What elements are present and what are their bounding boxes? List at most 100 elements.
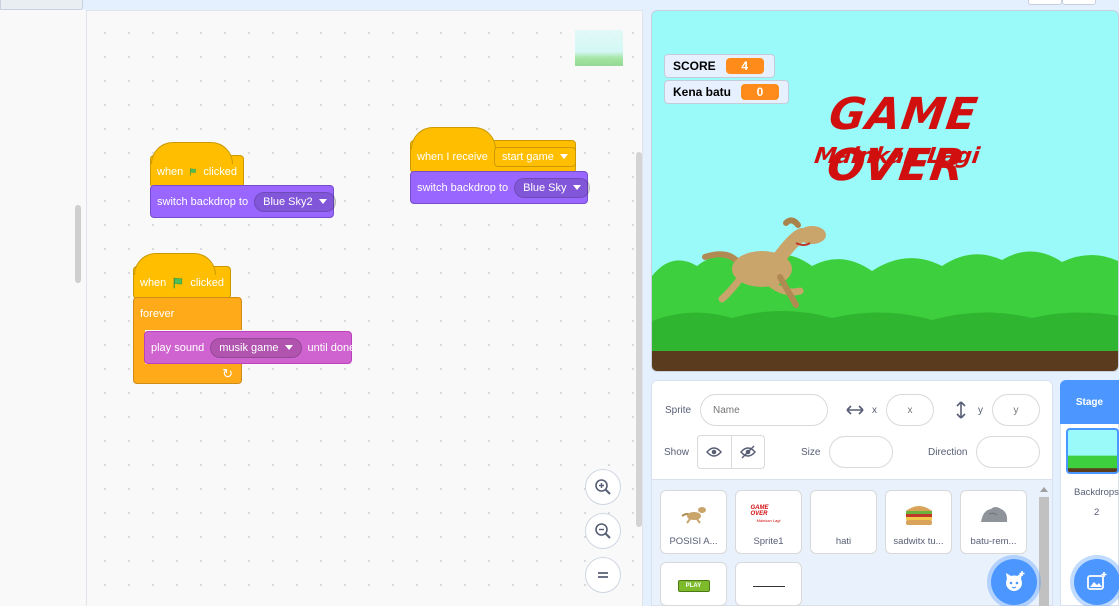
play-sound-until-done-block[interactable]: play sound musik game until done (144, 331, 355, 364)
when-flag-clicked-block[interactable]: when clicked (150, 142, 244, 188)
x-label: x (872, 405, 877, 416)
chevron-down-icon (572, 185, 581, 190)
chevron-down-icon (284, 345, 293, 350)
ground-strip (652, 351, 1118, 371)
play-button-icon: PLAY (676, 571, 712, 601)
message-dropdown[interactable]: start game (493, 146, 576, 167)
play-again-button[interactable]: Mainkan Lagi (810, 144, 984, 169)
sprite-tile[interactable]: hati (810, 490, 877, 554)
top-tab[interactable] (0, 0, 83, 10)
horizontal-arrows-icon (846, 405, 864, 415)
sprite-preview-text: Mainkan Lagi (756, 518, 781, 523)
top-strip (0, 0, 1119, 10)
sprite-name-input[interactable] (700, 394, 828, 426)
sprite-name: batu-rem... (970, 536, 1017, 547)
visibility-toggle (697, 435, 765, 469)
y-label: y (978, 405, 983, 416)
block-text: switch backdrop to (417, 181, 509, 194)
hat-cap (134, 253, 216, 275)
block-text: forever (140, 308, 175, 320)
game-over-title: GAME OVER (823, 89, 982, 191)
stage-canvas[interactable]: SCORE 4 Kena batu 0 GAME OVER Mainkan La… (651, 10, 1119, 372)
switch-backdrop-block[interactable]: switch backdrop to Blue Sky2 (150, 185, 336, 218)
scroll-thumb[interactable] (1039, 497, 1049, 606)
block-text: until done (307, 341, 356, 354)
play-preview: PLAY (677, 580, 710, 592)
top-button-right[interactable] (1062, 0, 1096, 5)
backdrops-label: Backdrops (1074, 487, 1119, 498)
when-flag-clicked-block[interactable]: when clicked (133, 253, 231, 299)
forever-block[interactable]: forever (133, 297, 242, 330)
kena-batu-monitor[interactable]: Kena batu 0 (664, 80, 789, 104)
dog-icon (676, 499, 712, 529)
sprite-name: sadwitx tu... (893, 536, 944, 547)
direction-label: Direction (928, 447, 968, 458)
zoom-in-button[interactable] (585, 469, 621, 505)
scroll-up-icon[interactable] (1040, 487, 1048, 492)
sprite-name: POSISI A... (669, 536, 718, 547)
block-text: play sound (151, 341, 205, 354)
x-input[interactable] (886, 394, 934, 426)
sprite-tile[interactable]: PLAY (660, 562, 727, 606)
forever-block-bottom[interactable]: ↻ (133, 364, 242, 384)
sound-dropdown[interactable]: musik game (210, 337, 302, 358)
direction-input[interactable] (976, 436, 1040, 468)
size-input[interactable] (829, 436, 893, 468)
dropdown-value: start game (501, 150, 554, 163)
vertical-arrows-icon (956, 401, 966, 419)
zoom-out-icon (595, 523, 611, 539)
sprite-list-scrollbar[interactable] (1038, 485, 1050, 606)
hat-cap (411, 127, 496, 149)
block-text: when (157, 165, 184, 178)
score-monitor[interactable]: SCORE 4 (664, 54, 775, 78)
when-i-receive-block[interactable]: when I receive start game (410, 127, 576, 173)
dropdown-value: Blue Sky2 (263, 195, 313, 208)
switch-backdrop-block[interactable]: switch backdrop to Blue Sky (410, 171, 590, 204)
sprite-tile[interactable]: POSISI A... (660, 490, 727, 554)
sprite-name: Sprite1 (753, 536, 784, 547)
y-input[interactable] (992, 394, 1040, 426)
backdrop-dropdown[interactable]: Blue Sky (514, 177, 590, 198)
zoom-reset-button[interactable] (585, 557, 621, 593)
blank-icon (826, 499, 862, 529)
block-palette (0, 10, 87, 606)
block-text: when (140, 276, 167, 289)
line-icon (751, 571, 787, 601)
sprite-tile[interactable] (735, 562, 802, 606)
code-area-scrollbar[interactable] (636, 152, 642, 527)
backdrop-dropdown[interactable]: Blue Sky2 (254, 191, 336, 212)
sprite-tile[interactable]: sadwitx tu... (885, 490, 952, 554)
loop-arrow-icon: ↻ (222, 366, 233, 381)
backdrops-count: 2 (1094, 507, 1100, 518)
block-text: when I receive (417, 150, 488, 163)
rock-icon (976, 499, 1012, 529)
cat-add-icon (1006, 571, 1025, 591)
top-button-left[interactable] (1028, 0, 1062, 5)
sprite-preview-text: GAME OVER (750, 505, 769, 517)
dog-sprite[interactable] (700, 217, 830, 309)
monitor-label: SCORE (673, 59, 716, 73)
scratch-editor: when clicked switch backdrop to Blue Sky… (0, 0, 1119, 606)
hat-cap (151, 142, 233, 164)
choose-sprite-button[interactable] (991, 559, 1037, 605)
image-add-icon (1087, 572, 1107, 590)
show-button[interactable] (698, 436, 731, 468)
choose-backdrop-button[interactable] (1074, 559, 1119, 605)
dropdown-value: musik game (219, 341, 279, 354)
block-text: clicked (190, 276, 224, 289)
hide-button[interactable] (730, 436, 765, 468)
stage-header[interactable]: Stage (1060, 380, 1119, 424)
monitor-value: 0 (741, 84, 780, 100)
sprite-tile[interactable]: GAME OVER Mainkan Lagi Sprite1 (735, 490, 802, 554)
block-text: switch backdrop to (157, 195, 249, 208)
size-label: Size (801, 447, 821, 458)
sprite-label: Sprite (665, 405, 692, 416)
zoom-in-icon (595, 479, 611, 495)
sprite-tile[interactable]: batu-rem... (960, 490, 1027, 554)
zoom-out-button[interactable] (585, 513, 621, 549)
sprite-name: hati (835, 536, 852, 547)
equals-icon (598, 572, 608, 578)
chevron-down-icon (559, 154, 568, 159)
stage-thumbnail[interactable] (1066, 428, 1119, 474)
palette-scrollbar[interactable] (75, 205, 81, 283)
